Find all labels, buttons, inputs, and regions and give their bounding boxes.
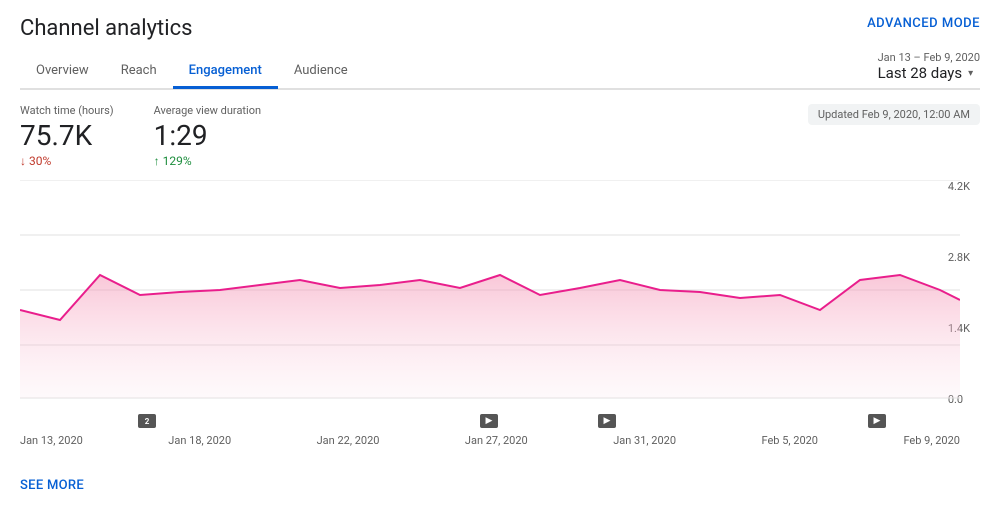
chart-section: 4.2K 2.8K 1.4K 0.0 <box>20 180 980 470</box>
x-label-0: Jan 13, 2020 <box>20 434 83 447</box>
updated-badge: Updated Feb 9, 2020, 12:00 AM <box>808 104 980 125</box>
arrow-up-icon: ↑ <box>154 154 160 168</box>
tab-engagement[interactable]: Engagement <box>173 55 278 89</box>
watch-time-metric: Watch time (hours) 75.7K ↓ 30% <box>20 104 114 168</box>
x-axis-labels: Jan 13, 2020 Jan 18, 2020 Jan 22, 2020 J… <box>20 434 960 447</box>
tab-overview[interactable]: Overview <box>20 55 105 89</box>
x-label-5: Feb 5, 2020 <box>761 434 818 447</box>
x-label-1: Jan 18, 2020 <box>168 434 231 447</box>
avg-view-duration-change: ↑ 129% <box>154 154 261 168</box>
avg-view-duration-change-value: 129% <box>163 154 192 168</box>
x-label-2: Jan 22, 2020 <box>317 434 380 447</box>
watch-time-value: 75.7K <box>20 119 114 152</box>
date-range-selector[interactable]: Last 28 days ▾ <box>878 64 980 82</box>
video-marker-1[interactable]: 2 <box>138 414 156 428</box>
x-label-6: Feb 9, 2020 <box>903 434 960 447</box>
chevron-down-icon: ▾ <box>968 68 973 79</box>
metrics-section: Watch time (hours) 75.7K ↓ 30% Average v… <box>20 90 980 176</box>
tab-reach[interactable]: Reach <box>105 55 173 89</box>
avg-view-duration-value: 1:29 <box>154 119 261 152</box>
x-label-4: Jan 31, 2020 <box>613 434 676 447</box>
page-title: Channel analytics <box>20 16 192 41</box>
avg-view-duration-metric: Average view duration 1:29 ↑ 129% <box>154 104 261 168</box>
see-more-button[interactable]: SEE MORE <box>20 470 980 493</box>
date-range-section: Jan 13 – Feb 9, 2020 Last 28 days ▾ <box>878 51 980 88</box>
watch-time-change: ↓ 30% <box>20 154 114 168</box>
line-chart <box>20 180 960 400</box>
date-range-subtitle: Jan 13 – Feb 9, 2020 <box>878 51 980 64</box>
video-marker-2[interactable]: ▶ <box>480 414 498 428</box>
tab-audience[interactable]: Audience <box>278 55 364 89</box>
avg-view-duration-label: Average view duration <box>154 104 261 117</box>
arrow-down-icon: ↓ <box>20 154 26 168</box>
watch-time-label: Watch time (hours) <box>20 104 114 117</box>
watch-time-change-value: 30% <box>29 154 51 168</box>
date-range-label: Last 28 days <box>878 64 963 82</box>
x-label-3: Jan 27, 2020 <box>465 434 528 447</box>
advanced-mode-button[interactable]: ADVANCED MODE <box>867 16 980 31</box>
video-marker-4[interactable]: ▶ <box>868 414 886 428</box>
tabs-container: Overview Reach Engagement Audience <box>20 55 364 88</box>
video-marker-3[interactable]: ▶ <box>598 414 616 428</box>
